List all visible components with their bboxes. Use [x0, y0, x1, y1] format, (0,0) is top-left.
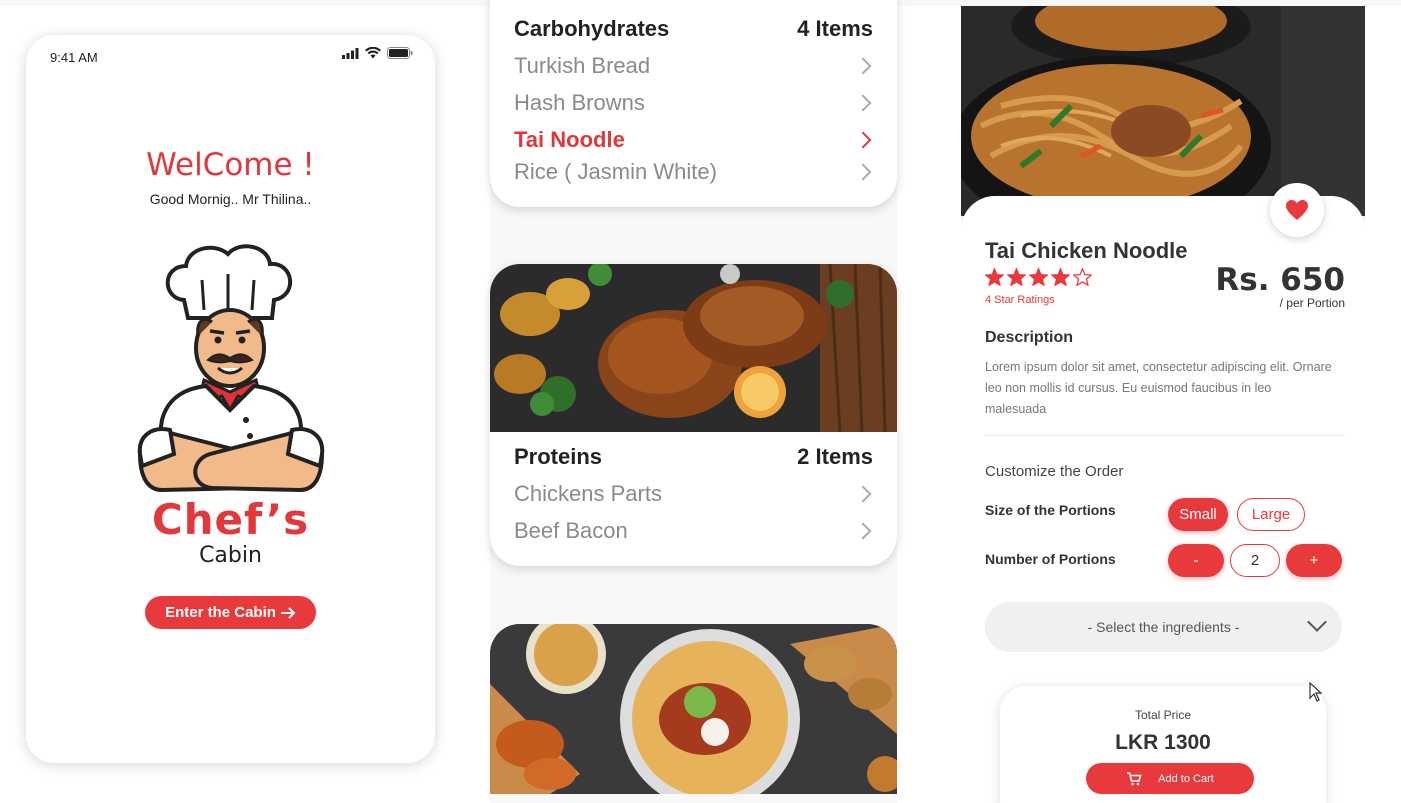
signal-icon — [342, 47, 359, 59]
chevron-right-icon — [854, 131, 872, 149]
menu-screen: Carbohydrates 4 Items Turkish Bread Hash… — [490, 0, 897, 803]
rating-text: 4 Star Ratings — [985, 294, 1055, 306]
cart-icon — [1127, 771, 1142, 785]
brand-subtitle: Cabin — [199, 543, 262, 568]
star-filled-icon — [1007, 268, 1026, 286]
menu-item-selected[interactable]: Tai Noodle — [514, 127, 873, 153]
fries-wings-photo — [490, 624, 897, 794]
menu-item-label: Beef Bacon — [514, 518, 628, 543]
menu-item[interactable]: Chickens Parts — [514, 481, 873, 507]
quantity-field[interactable]: 2 — [1230, 544, 1280, 577]
status-time: 9:41 AM — [50, 50, 98, 65]
star-filled-icon — [985, 268, 1004, 286]
welcome-phone-frame: 9:41 AM WelCome ! Good Mornig.. Mr Thili… — [26, 35, 435, 763]
ingredients-select[interactable]: - Select the ingredients - — [985, 602, 1342, 652]
menu-item-label: Hash Browns — [514, 90, 645, 115]
star-filled-icon — [1051, 268, 1070, 286]
brand-name: Chef’s — [151, 495, 310, 544]
category-header: Carbohydrates 4 Items — [514, 16, 873, 42]
menu-item-label: Turkish Bread — [514, 53, 651, 78]
dish-detail-screen: Tai Chicken Noodle 4 Star Ratings Rs. 65… — [961, 6, 1365, 803]
enter-cabin-button[interactable]: Enter the Cabin — [145, 596, 316, 629]
price-unit: / per Portion — [1279, 296, 1345, 310]
chevron-right-icon — [854, 57, 872, 75]
menu-item-label: Chickens Parts — [514, 481, 662, 506]
category-name: Proteins — [514, 444, 603, 469]
menu-item[interactable]: Hash Browns — [514, 90, 873, 116]
chevron-right-icon — [854, 485, 872, 503]
increment-button[interactable]: + — [1286, 544, 1342, 577]
battery-icon — [387, 47, 413, 59]
category-card-carbohydrates: Carbohydrates 4 Items Turkish Bread Hash… — [490, 0, 897, 207]
description-text: Lorem ipsum dolor sit amet, consectetur … — [985, 360, 1332, 416]
menu-item[interactable]: Rice ( Jasmin White) — [514, 159, 873, 185]
mouse-cursor-icon — [1309, 682, 1323, 702]
chevron-right-icon — [854, 163, 872, 181]
category-count: 4 Items — [797, 16, 873, 41]
dish-title: Tai Chicken Noodle — [985, 238, 1188, 263]
chevron-down-icon — [1307, 612, 1327, 632]
wifi-icon — [365, 47, 381, 59]
roast-chicken-photo — [490, 264, 897, 432]
chevron-right-icon — [854, 522, 872, 540]
description-heading: Description — [985, 329, 1074, 346]
status-icons — [342, 47, 413, 59]
heart-icon — [1286, 200, 1308, 220]
category-card-proteins: Proteins 2 Items Chickens Parts Beef Bac… — [490, 264, 897, 566]
size-small-button[interactable]: Small — [1168, 498, 1228, 531]
welcome-title: WelCome ! — [146, 147, 315, 183]
customize-heading: Customize the Order — [985, 463, 1124, 480]
chef-mascot-logo — [137, 244, 325, 493]
arrow-right-icon — [280, 606, 296, 619]
portion-size-label: Size of the Portions — [985, 502, 1116, 518]
design-canvas: 9:41 AM WelCome ! Good Mornig.. Mr Thili… — [0, 0, 1401, 803]
star-empty-icon — [1073, 268, 1092, 286]
size-large-button[interactable]: Large — [1237, 498, 1305, 531]
menu-item-label: Tai Noodle — [514, 127, 625, 152]
category-name: Carbohydrates — [514, 16, 670, 41]
category-count: 2 Items — [797, 444, 873, 469]
portion-count-label: Number of Portions — [985, 551, 1116, 567]
divider — [985, 435, 1345, 436]
total-price-card: Total Price LKR 1300 Add to Cart — [1000, 686, 1326, 803]
menu-item[interactable]: Beef Bacon — [514, 518, 873, 544]
total-price-label: Total Price — [1134, 708, 1192, 722]
star-rating — [985, 268, 1092, 286]
menu-item-label: Rice ( Jasmin White) — [514, 159, 717, 184]
add-to-cart-label: Add to Cart — [1158, 772, 1214, 785]
star-filled-icon — [1029, 268, 1048, 286]
chevron-right-icon — [854, 94, 872, 112]
ingredients-placeholder: - Select the ingredients - — [1087, 619, 1240, 635]
menu-item[interactable]: Turkish Bread — [514, 53, 873, 79]
favorite-button[interactable] — [1270, 183, 1324, 237]
dish-price: Rs. 650 — [1215, 262, 1345, 298]
category-header: Proteins 2 Items — [514, 444, 873, 470]
decrement-button[interactable]: - — [1168, 544, 1224, 577]
enter-cabin-label: Enter the Cabin — [165, 604, 276, 621]
greeting-text: Good Mornig.. Mr Thilina.. — [149, 191, 312, 207]
total-price-value: LKR 1300 — [1115, 731, 1211, 754]
add-to-cart-button[interactable]: Add to Cart — [1086, 763, 1254, 794]
